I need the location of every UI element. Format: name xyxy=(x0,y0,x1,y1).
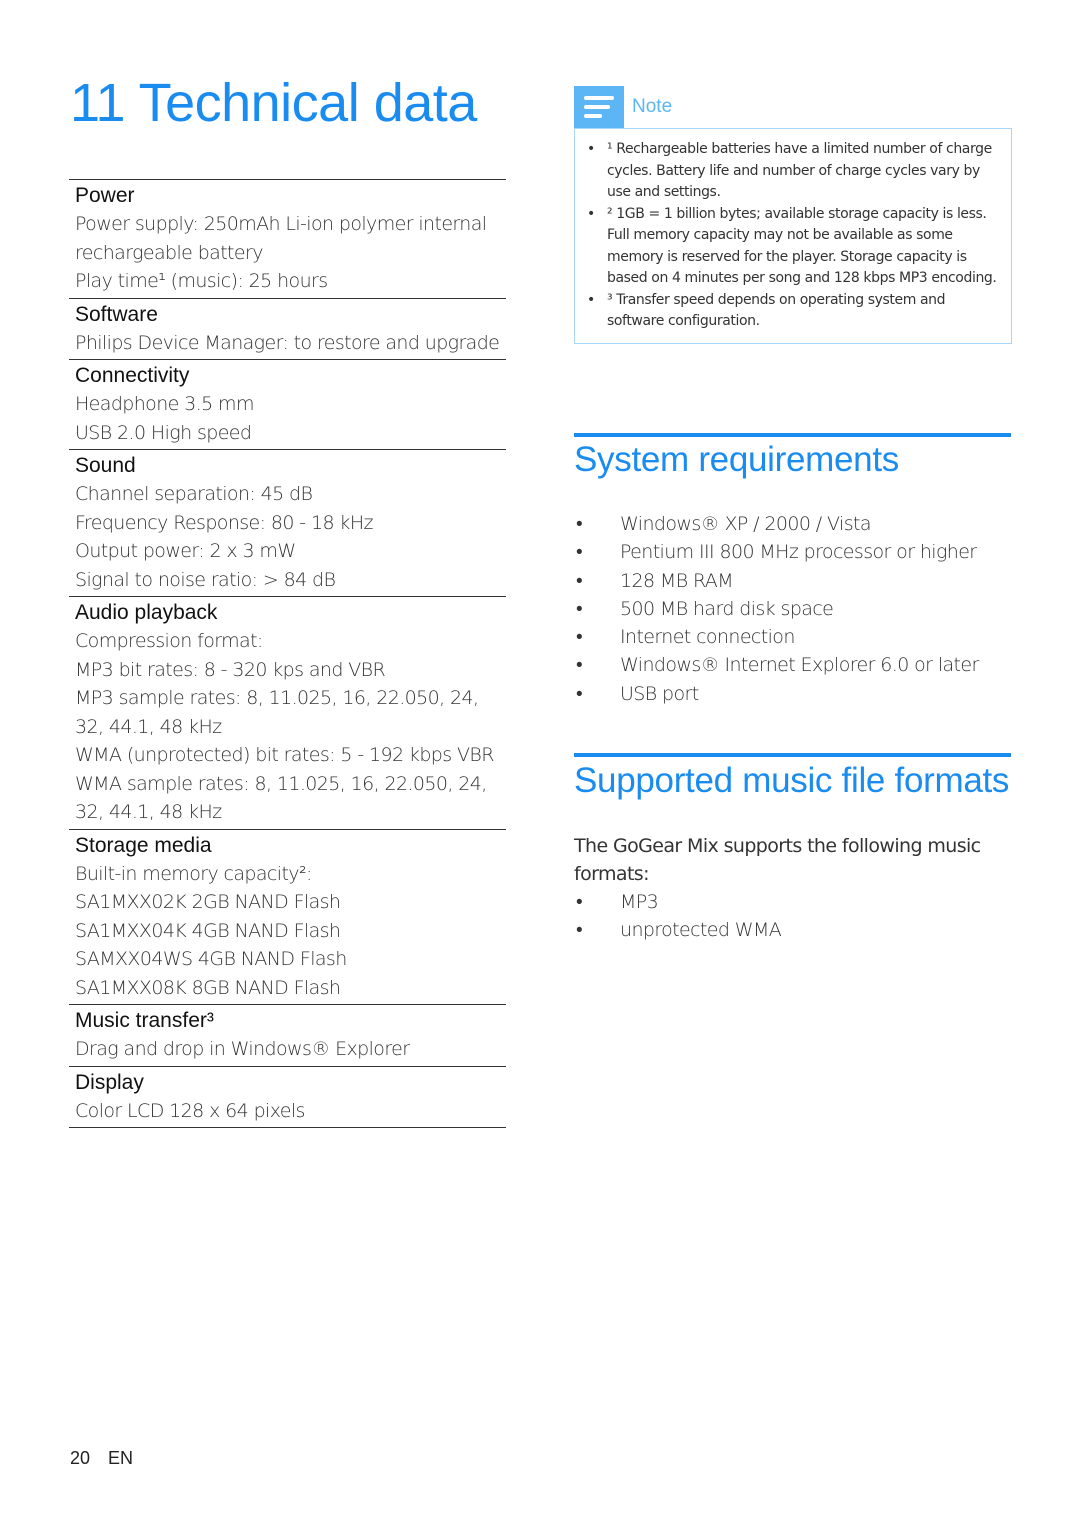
spec-value: USB 2.0 High speed xyxy=(75,421,252,444)
spec-heading: Storage media xyxy=(75,833,212,857)
list-item-text: USB port xyxy=(620,682,699,705)
bullet-icon: • xyxy=(576,654,583,677)
spec-value: SAMXX04WS 4GB NAND Flash xyxy=(75,948,347,970)
list-item: • Internet connection xyxy=(574,623,1019,651)
spec-heading: Audio playback xyxy=(75,601,218,624)
spec-section: Connectivity Headphone 3.5 mm USB 2.0 High… xyxy=(69,359,506,449)
list-item: • MP3 xyxy=(574,888,1019,916)
music-formats-list: • MP3 • unprotected WMA xyxy=(574,888,1019,945)
music-formats-title: Supported music file formats xyxy=(574,761,1010,800)
spec-section: Power Power supply: 250mAh Li-ion polymer… xyxy=(69,179,506,298)
spec-value: WMA sample rates: 8, 11.025, 16, 22.050,… xyxy=(75,772,487,824)
note-item: • ³ Transfer speed depends on operating s… xyxy=(587,290,1001,333)
list-item: • unprotected WMA xyxy=(574,916,1019,944)
spec-heading: Power xyxy=(75,184,135,207)
music-formats-intro: The GoGear Mix supports the following mu… xyxy=(574,835,981,886)
spec-heading: Software xyxy=(75,302,158,326)
note-label: Note xyxy=(632,96,673,117)
spec-section: Software Philips Device Manager: to resto… xyxy=(69,297,506,360)
list-item-text: unprotected WMA xyxy=(620,919,782,942)
spec-section: Storage media Built-in memory capacity²: S… xyxy=(69,828,506,1005)
bullet-icon: • xyxy=(576,541,583,564)
page-title: 11 Technical data xyxy=(70,73,477,133)
spec-section: Audio playback Compression format: MP3 bit… xyxy=(69,596,506,829)
list-item: • Windows® XP / 2000 / Vista xyxy=(574,510,1019,538)
list-item: • Pentium III 800 MHz processor or higher xyxy=(574,538,1019,566)
spec-heading: Music transfer³ xyxy=(75,1009,214,1032)
language-code: EN xyxy=(108,1448,134,1468)
spec-value: SA1MXX02K 2GB NAND Flash xyxy=(75,891,341,913)
note-text: ² 1GB = 1 billion bytes; available stora… xyxy=(607,205,997,287)
spec-value: WMA (unprotected) bit rates: 5 - 192 kbp… xyxy=(75,744,494,766)
spec-table: Power Power supply: 250mAh Li-ion polymer… xyxy=(69,179,506,1128)
bullet-icon: • xyxy=(587,291,595,308)
system-requirements-list: • Windows® XP / 2000 / Vista • Pentium III … xyxy=(574,510,1019,708)
spec-heading: Display xyxy=(75,1070,144,1094)
bullet-icon: • xyxy=(576,597,583,620)
section-divider xyxy=(574,753,1011,757)
spec-value: Power supply: 250mAh Li-ion polymer inte… xyxy=(75,213,487,264)
note-box: Note • ¹ Rechargeable batteries have a li… xyxy=(574,86,1012,344)
note-text: ¹ Rechargeable batteries have a limited … xyxy=(607,141,992,200)
bullet-icon: • xyxy=(576,919,583,942)
note-content: • ¹ Rechargeable batteries have a limited… xyxy=(574,128,1012,344)
list-item-text: Pentium III 800 MHz processor or higher xyxy=(620,541,977,564)
note-header: Note xyxy=(574,86,1012,128)
spec-value: Play time¹ (music): 25 hours xyxy=(75,270,328,292)
spec-value: Signal to noise ratio: > 84 dB xyxy=(75,568,336,591)
list-item-text: Windows® XP / 2000 / Vista xyxy=(620,513,872,535)
page-footer: 20 EN xyxy=(70,1448,133,1469)
bullet-icon: • xyxy=(576,682,583,705)
spec-value: Color LCD 128 x 64 pixels xyxy=(75,1099,305,1122)
list-item: • USB port xyxy=(574,680,1019,708)
spec-section: Sound Channel separation: 45 dB Frequency … xyxy=(69,449,506,596)
list-item: • 500 MB hard disk space xyxy=(574,595,1019,623)
spec-heading: Sound xyxy=(75,454,136,477)
list-item-text: 500 MB hard disk space xyxy=(620,597,834,620)
spec-value: Frequency Response: 80 - 18 kHz xyxy=(75,511,373,534)
bullet-icon: • xyxy=(587,205,595,222)
spec-value: Compression format: xyxy=(75,630,263,652)
system-requirements-title: System requirements xyxy=(574,440,899,479)
page-number: 20 xyxy=(70,1448,91,1468)
spec-value: MP3 bit rates: 8 - 320 kps and VBR xyxy=(75,658,386,681)
bullet-icon: • xyxy=(576,569,583,592)
section-divider xyxy=(574,433,1011,437)
spec-value: Built-in memory capacity²: xyxy=(75,862,312,885)
bullet-icon: • xyxy=(576,513,583,535)
spec-value: SA1MXX08K 8GB NAND Flash xyxy=(75,976,341,999)
spec-value: Channel separation: 45 dB xyxy=(75,483,313,505)
bullet-icon: • xyxy=(587,141,595,157)
spec-value: Drag and drop in Windows® Explorer xyxy=(75,1038,410,1060)
spec-section: Music transfer³ Drag and drop in Windows®… xyxy=(69,1004,506,1066)
note-lines-icon xyxy=(574,86,624,128)
bullet-icon: • xyxy=(576,891,583,913)
bullet-icon: • xyxy=(576,626,583,649)
spec-value: MP3 sample rates: 8, 11.025, 16, 22.050,… xyxy=(75,687,479,738)
spec-heading: Connectivity xyxy=(75,364,190,387)
list-item: • Windows® Internet Explorer 6.0 or later xyxy=(574,651,1019,679)
note-text: ³ Transfer speed depends on operating sy… xyxy=(607,291,946,330)
spec-value: Philips Device Manager: to restore and u… xyxy=(75,331,500,354)
list-item-text: Windows® Internet Explorer 6.0 or later xyxy=(620,654,979,677)
list-item-text: 128 MB RAM xyxy=(620,569,734,592)
note-item: • ² 1GB = 1 billion bytes; available stor… xyxy=(587,204,1001,290)
note-item: • ¹ Rechargeable batteries have a limited… xyxy=(587,139,1001,204)
spec-section: Display Color LCD 128 x 64 pixels xyxy=(69,1065,506,1128)
spec-value: Headphone 3.5 mm xyxy=(75,393,254,415)
spec-value: SA1MXX04K 4GB NAND Flash xyxy=(75,919,341,942)
spec-value: Output power: 2 x 3 mW xyxy=(75,540,296,562)
list-item-text: Internet connection xyxy=(620,626,795,649)
list-item-text: MP3 xyxy=(620,891,659,913)
list-item: • 128 MB RAM xyxy=(574,567,1019,595)
